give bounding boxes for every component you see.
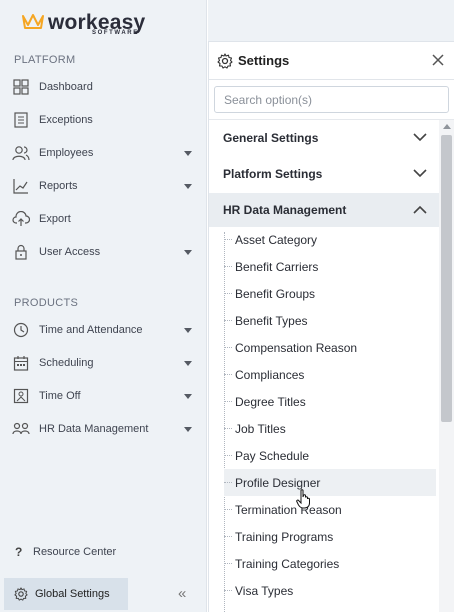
chevron-down-icon: [413, 169, 427, 178]
sidebar-item-label: Time Off: [39, 390, 81, 402]
section-platform-settings[interactable]: Platform Settings: [209, 157, 439, 191]
hr-item-benefit-groups[interactable]: Benefit Groups: [224, 280, 436, 307]
sidebar: workeasy SOFTWARE PLATFORM Dashboard Exc…: [0, 0, 207, 612]
hr-item-compliances[interactable]: Compliances: [224, 361, 436, 388]
hr-item-benefit-carriers[interactable]: Benefit Carriers: [224, 253, 436, 280]
brand-subtitle: SOFTWARE: [92, 30, 139, 36]
divider: [209, 119, 454, 120]
close-icon[interactable]: [429, 51, 447, 69]
settings-title: Settings: [238, 53, 290, 68]
chevron-down-icon[interactable]: [184, 327, 192, 333]
sidebar-item-scheduling[interactable]: Scheduling: [0, 348, 207, 378]
sidebar-item-reports[interactable]: Reports: [0, 171, 207, 201]
resource-center-label: Resource Center: [33, 546, 117, 558]
section-label: HR Data Management: [223, 203, 347, 217]
sidebar-item-label: Employees: [39, 147, 94, 159]
chart-icon: [12, 177, 30, 195]
question-icon: ?: [15, 545, 23, 559]
top-bar: [208, 0, 454, 42]
hr-item-label: Degree Titles: [235, 394, 306, 409]
hr-item-label: Training Categories: [235, 556, 340, 571]
sidebar-item-label: Dashboard: [39, 81, 93, 93]
sidebar-item-employees[interactable]: Employees: [0, 138, 207, 168]
sidebar-item-label: Scheduling: [39, 357, 94, 369]
hr-item-asset-category[interactable]: Asset Category: [224, 226, 436, 253]
sidebar-item-export[interactable]: Export: [0, 204, 207, 234]
gear-icon: [217, 53, 233, 69]
sidebar-item-label: Reports: [39, 180, 78, 192]
hr-item-label: Compliances: [235, 367, 305, 382]
scroll-up-arrow-icon[interactable]: [443, 124, 451, 129]
sidebar-item-user-access[interactable]: User Access: [0, 237, 207, 267]
hr-item-label: Compensation Reason: [235, 340, 358, 355]
chevron-down-icon[interactable]: [184, 393, 192, 399]
hr-item-label: Benefit Carriers: [235, 259, 319, 274]
section-label: General Settings: [223, 131, 319, 145]
hr-users-icon: [12, 420, 30, 438]
hand-cursor-icon: [296, 489, 310, 509]
grid-icon: [12, 78, 30, 96]
global-settings-button[interactable]: Global Settings: [4, 578, 128, 610]
hr-item-label: Benefit Types: [235, 313, 308, 328]
calendar-icon: [12, 354, 30, 372]
hr-item-label: Visa Types: [235, 583, 294, 598]
hr-item-visa-types[interactable]: Visa Types: [224, 577, 436, 604]
hr-item-benefit-types[interactable]: Benefit Types: [224, 307, 436, 334]
section-hr-data-management[interactable]: HR Data Management: [209, 193, 439, 227]
sidebar-item-label: HR Data Management: [39, 423, 149, 435]
products-section-title: PRODUCTS: [14, 297, 79, 309]
hr-item-label: Asset Category: [235, 232, 318, 247]
time-off-icon: [12, 387, 30, 405]
hr-item-label: Job Titles: [235, 421, 286, 436]
sidebar-item-label: User Access: [39, 246, 101, 258]
section-general-settings[interactable]: General Settings: [209, 121, 439, 155]
sidebar-item-hr-data-management[interactable]: HR Data Management: [0, 414, 207, 444]
cloud-upload-icon: [12, 210, 30, 228]
platform-section-title: PLATFORM: [14, 54, 76, 66]
scrollbar-thumb[interactable]: [441, 135, 452, 422]
sidebar-item-label: Export: [39, 213, 71, 225]
hr-item-termination-reason[interactable]: Termination Reason: [224, 496, 436, 523]
hr-item-training-programs[interactable]: Training Programs: [224, 523, 436, 550]
users-icon: [12, 144, 30, 162]
sidebar-item-time-off[interactable]: Time Off: [0, 381, 207, 411]
chevron-down-icon[interactable]: [184, 183, 192, 189]
sidebar-item-time-and-attendance[interactable]: Time and Attendance: [0, 315, 207, 345]
list-icon: [12, 111, 30, 129]
gear-icon: [14, 587, 28, 601]
chevron-down-icon[interactable]: [184, 249, 192, 255]
hr-item-compensation-reason[interactable]: Compensation Reason: [224, 334, 436, 361]
sidebar-item-dashboard[interactable]: Dashboard: [0, 72, 207, 102]
hr-item-job-titles[interactable]: Job Titles: [224, 415, 436, 442]
lock-icon: [12, 243, 30, 261]
hr-item-label: Termination Reason: [235, 502, 342, 517]
chevron-down-icon[interactable]: [184, 360, 192, 366]
sidebar-item-exceptions[interactable]: Exceptions: [0, 105, 207, 135]
chevron-down-icon: [413, 133, 427, 142]
collapse-sidebar-icon[interactable]: «: [178, 586, 186, 601]
hr-item-label: Training Programs: [235, 529, 334, 544]
hr-item-degree-titles[interactable]: Degree Titles: [224, 388, 436, 415]
chevron-down-icon[interactable]: [184, 150, 192, 156]
sidebar-item-label: Time and Attendance: [39, 324, 143, 336]
hr-item-label: Pay Schedule: [235, 448, 310, 463]
hr-item-label: Profile Designer: [235, 475, 321, 490]
hr-item-training-categories[interactable]: Training Categories: [224, 550, 436, 577]
hr-item-pay-schedule[interactable]: Pay Schedule: [224, 442, 436, 469]
crown-logo-icon: [22, 14, 44, 29]
hr-item-label: Benefit Groups: [235, 286, 316, 301]
sidebar-item-label: Exceptions: [39, 114, 93, 126]
chevron-up-icon: [413, 205, 427, 214]
resource-center-link[interactable]: ? Resource Center: [0, 540, 207, 564]
section-label: Platform Settings: [223, 167, 323, 181]
global-settings-label: Global Settings: [35, 588, 110, 600]
search-options-input[interactable]: [214, 86, 449, 113]
clock-icon: [12, 321, 30, 339]
settings-panel-header: Settings: [209, 42, 454, 80]
hr-item-profile-designer[interactable]: Profile Designer: [224, 469, 436, 496]
chevron-down-icon[interactable]: [184, 426, 192, 432]
settings-panel: Settings General Settings Platform Setti…: [208, 42, 454, 612]
